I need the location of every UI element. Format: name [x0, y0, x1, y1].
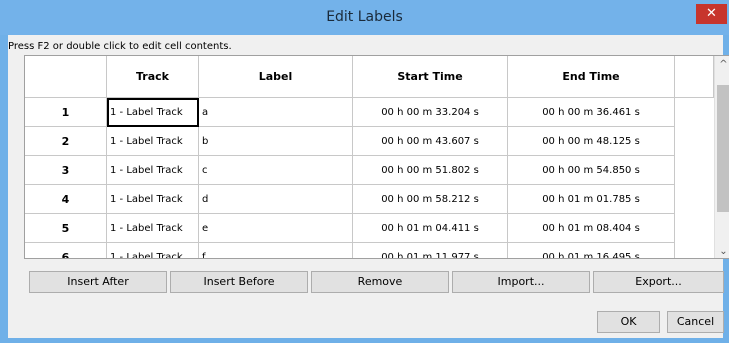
label-cell[interactable]: e — [199, 214, 353, 243]
row-number[interactable]: 3 — [25, 156, 107, 185]
column-header-track[interactable]: Track — [107, 56, 199, 98]
edit-hint: Press F2 or double click to edit cell co… — [8, 41, 232, 52]
track-cell[interactable]: 1 - Label Track — [107, 127, 199, 156]
track-cell[interactable]: 1 - Label Track — [107, 156, 199, 185]
track-cell[interactable]: 1 - Label Track — [107, 98, 199, 127]
insert-before-button[interactable]: Insert Before — [170, 271, 308, 293]
end-time-cell[interactable]: 00 h 00 m 54.850 s — [508, 156, 675, 185]
start-time-cell[interactable]: 00 h 01 m 11.977 s — [353, 243, 508, 258]
dialog-title: Edit Labels — [326, 9, 403, 25]
start-time-cell[interactable]: 00 h 00 m 43.607 s — [353, 127, 508, 156]
scroll-down-arrow-icon[interactable]: ⌄ — [715, 243, 729, 258]
vertical-scrollbar[interactable]: ^ ⌄ — [714, 56, 729, 258]
start-time-cell[interactable]: 00 h 00 m 51.802 s — [353, 156, 508, 185]
row-number[interactable]: 5 — [25, 214, 107, 243]
track-cell[interactable]: 1 - Label Track — [107, 185, 199, 214]
start-time-cell[interactable]: 00 h 00 m 33.204 s — [353, 98, 508, 127]
start-time-cell[interactable]: 00 h 01 m 04.411 s — [353, 214, 508, 243]
labels-grid[interactable]: Track Label Start Time End Time 1 1 - La… — [24, 55, 729, 259]
row-number[interactable]: 4 — [25, 185, 107, 214]
track-cell[interactable]: 1 - Label Track — [107, 243, 199, 258]
row-number[interactable]: 1 — [25, 98, 107, 127]
label-cell[interactable]: c — [199, 156, 353, 185]
label-cell[interactable]: b — [199, 127, 353, 156]
end-time-cell[interactable]: 00 h 01 m 16.495 s — [508, 243, 675, 258]
label-cell[interactable]: a — [199, 98, 353, 127]
close-button[interactable]: ✕ — [696, 4, 727, 24]
import-button[interactable]: Import... — [452, 271, 590, 293]
column-header-label[interactable]: Label — [199, 56, 353, 98]
end-time-cell[interactable]: 00 h 01 m 08.404 s — [508, 214, 675, 243]
remove-button[interactable]: Remove — [311, 271, 449, 293]
row-number[interactable]: 2 — [25, 127, 107, 156]
cancel-button[interactable]: Cancel — [667, 311, 724, 333]
ok-button[interactable]: OK — [597, 311, 660, 333]
track-cell[interactable]: 1 - Label Track — [107, 214, 199, 243]
column-header-end-time[interactable]: End Time — [508, 56, 675, 98]
end-time-cell[interactable]: 00 h 01 m 01.785 s — [508, 185, 675, 214]
scroll-up-arrow-icon[interactable]: ^ — [715, 56, 729, 73]
label-cell[interactable]: f — [199, 243, 353, 258]
end-time-cell[interactable]: 00 h 00 m 48.125 s — [508, 127, 675, 156]
edit-labels-window: Edit Labels ✕ Press F2 or double click t… — [0, 0, 729, 343]
end-time-cell[interactable]: 00 h 00 m 36.461 s — [508, 98, 675, 127]
label-cell[interactable]: d — [199, 185, 353, 214]
column-header-start-time[interactable]: Start Time — [353, 56, 508, 98]
start-time-cell[interactable]: 00 h 00 m 58.212 s — [353, 185, 508, 214]
corner-header — [25, 56, 107, 98]
insert-after-button[interactable]: Insert After — [29, 271, 167, 293]
column-header-filler — [675, 56, 714, 98]
row-number[interactable]: 6 — [25, 243, 107, 258]
scroll-thumb[interactable] — [717, 85, 729, 212]
export-button[interactable]: Export... — [593, 271, 724, 293]
